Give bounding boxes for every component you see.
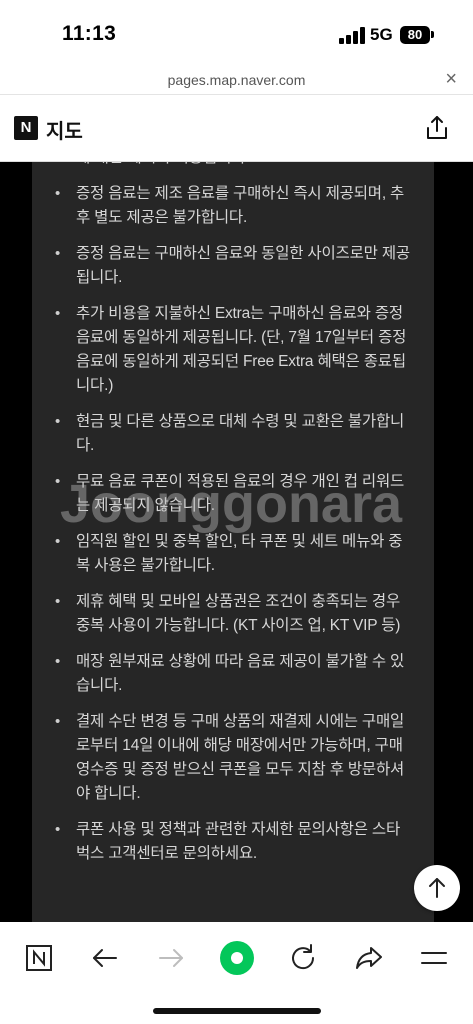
battery-tip xyxy=(431,31,434,38)
signal-icon xyxy=(339,27,365,44)
back-arrow-icon[interactable] xyxy=(85,938,125,978)
battery-icon: 80 xyxy=(400,26,430,44)
page-title[interactable]: 지도 xyxy=(46,115,83,144)
status-time: 11:13 xyxy=(62,22,117,45)
list-item: • 무료 음료 쿠폰이 적용된 음료의 경우 개인 컵 리워드는 제공되지 않습니… xyxy=(55,473,405,514)
scroll-top-button[interactable] xyxy=(414,865,460,911)
notice-list: • 증정 음료는 제조 음료를 구매하신 즉시 제공되며, 추후 별도 제공은 불… xyxy=(32,182,434,878)
forward-arrow-icon[interactable] xyxy=(151,938,191,978)
list-item: • 쿠폰 사용 및 정책과 관련한 자세한 문의사항은 스타벅스 고객센터로 문의… xyxy=(55,821,401,862)
content-area[interactable]: 에 대한 혜택이 적용됩니다. •증정 음료는 제조 음료를 구매하신 즉시 제… xyxy=(0,162,473,922)
list-item: • 현금 및 다른 상품으로 대체 수령 및 교환은 불가합니다. xyxy=(55,413,405,454)
share-arrow-icon[interactable] xyxy=(349,938,389,978)
list-item: • 증정 음료는 구매하신 음료와 동일한 사이즈로만 제공됩니다. xyxy=(55,245,410,286)
url-text[interactable]: pages.map.naver.com xyxy=(0,72,473,88)
list-item: • 임직원 할인 및 중복 할인, 타 쿠폰 및 세트 메뉴와 중복 사용은 불가… xyxy=(55,533,403,574)
cutoff-text: 에 대한 혜택이 적용됩니다. xyxy=(76,162,250,170)
close-icon[interactable]: × xyxy=(445,68,457,91)
list-item: • 증정 음료는 제조 음료를 구매하신 즉시 제공되며, 추후 별도 제공은 불… xyxy=(55,185,405,226)
network-label: 5G xyxy=(370,25,393,44)
menu-icon[interactable] xyxy=(414,938,454,978)
share-icon[interactable] xyxy=(425,115,449,141)
reload-icon[interactable] xyxy=(283,938,323,978)
page-header: N 지도 xyxy=(0,95,473,162)
list-item: • 추가 비용을 지불하신 Extra는 구매하신 음료와 증정 음료에 동일하게… xyxy=(55,305,407,394)
url-bar[interactable]: pages.map.naver.com × xyxy=(0,64,473,95)
bottom-nav xyxy=(0,922,473,1024)
notice-card: 에 대한 혜택이 적용됩니다. •증정 음료는 제조 음료를 구매하신 즉시 제… xyxy=(32,162,434,922)
list-item: • 매장 원부재료 상황에 따라 음료 제공이 불가할 수 있습니다. xyxy=(55,653,405,694)
list-item: • 결제 수단 변경 등 구매 상품의 재결제 시에는 구매일로부터 14일 이내… xyxy=(55,713,405,802)
arrow-up-icon xyxy=(429,878,445,898)
naver-home-icon[interactable] xyxy=(19,938,59,978)
status-bar: 11:13 5G 80 xyxy=(0,0,473,64)
naver-logo[interactable]: N xyxy=(14,116,38,140)
home-indicator xyxy=(153,1008,321,1014)
green-dot-icon[interactable] xyxy=(217,938,257,978)
list-item: • 제휴 혜택 및 모바일 상품권은 조건이 충족되는 경우 중복 사용이 가능합… xyxy=(55,593,401,634)
